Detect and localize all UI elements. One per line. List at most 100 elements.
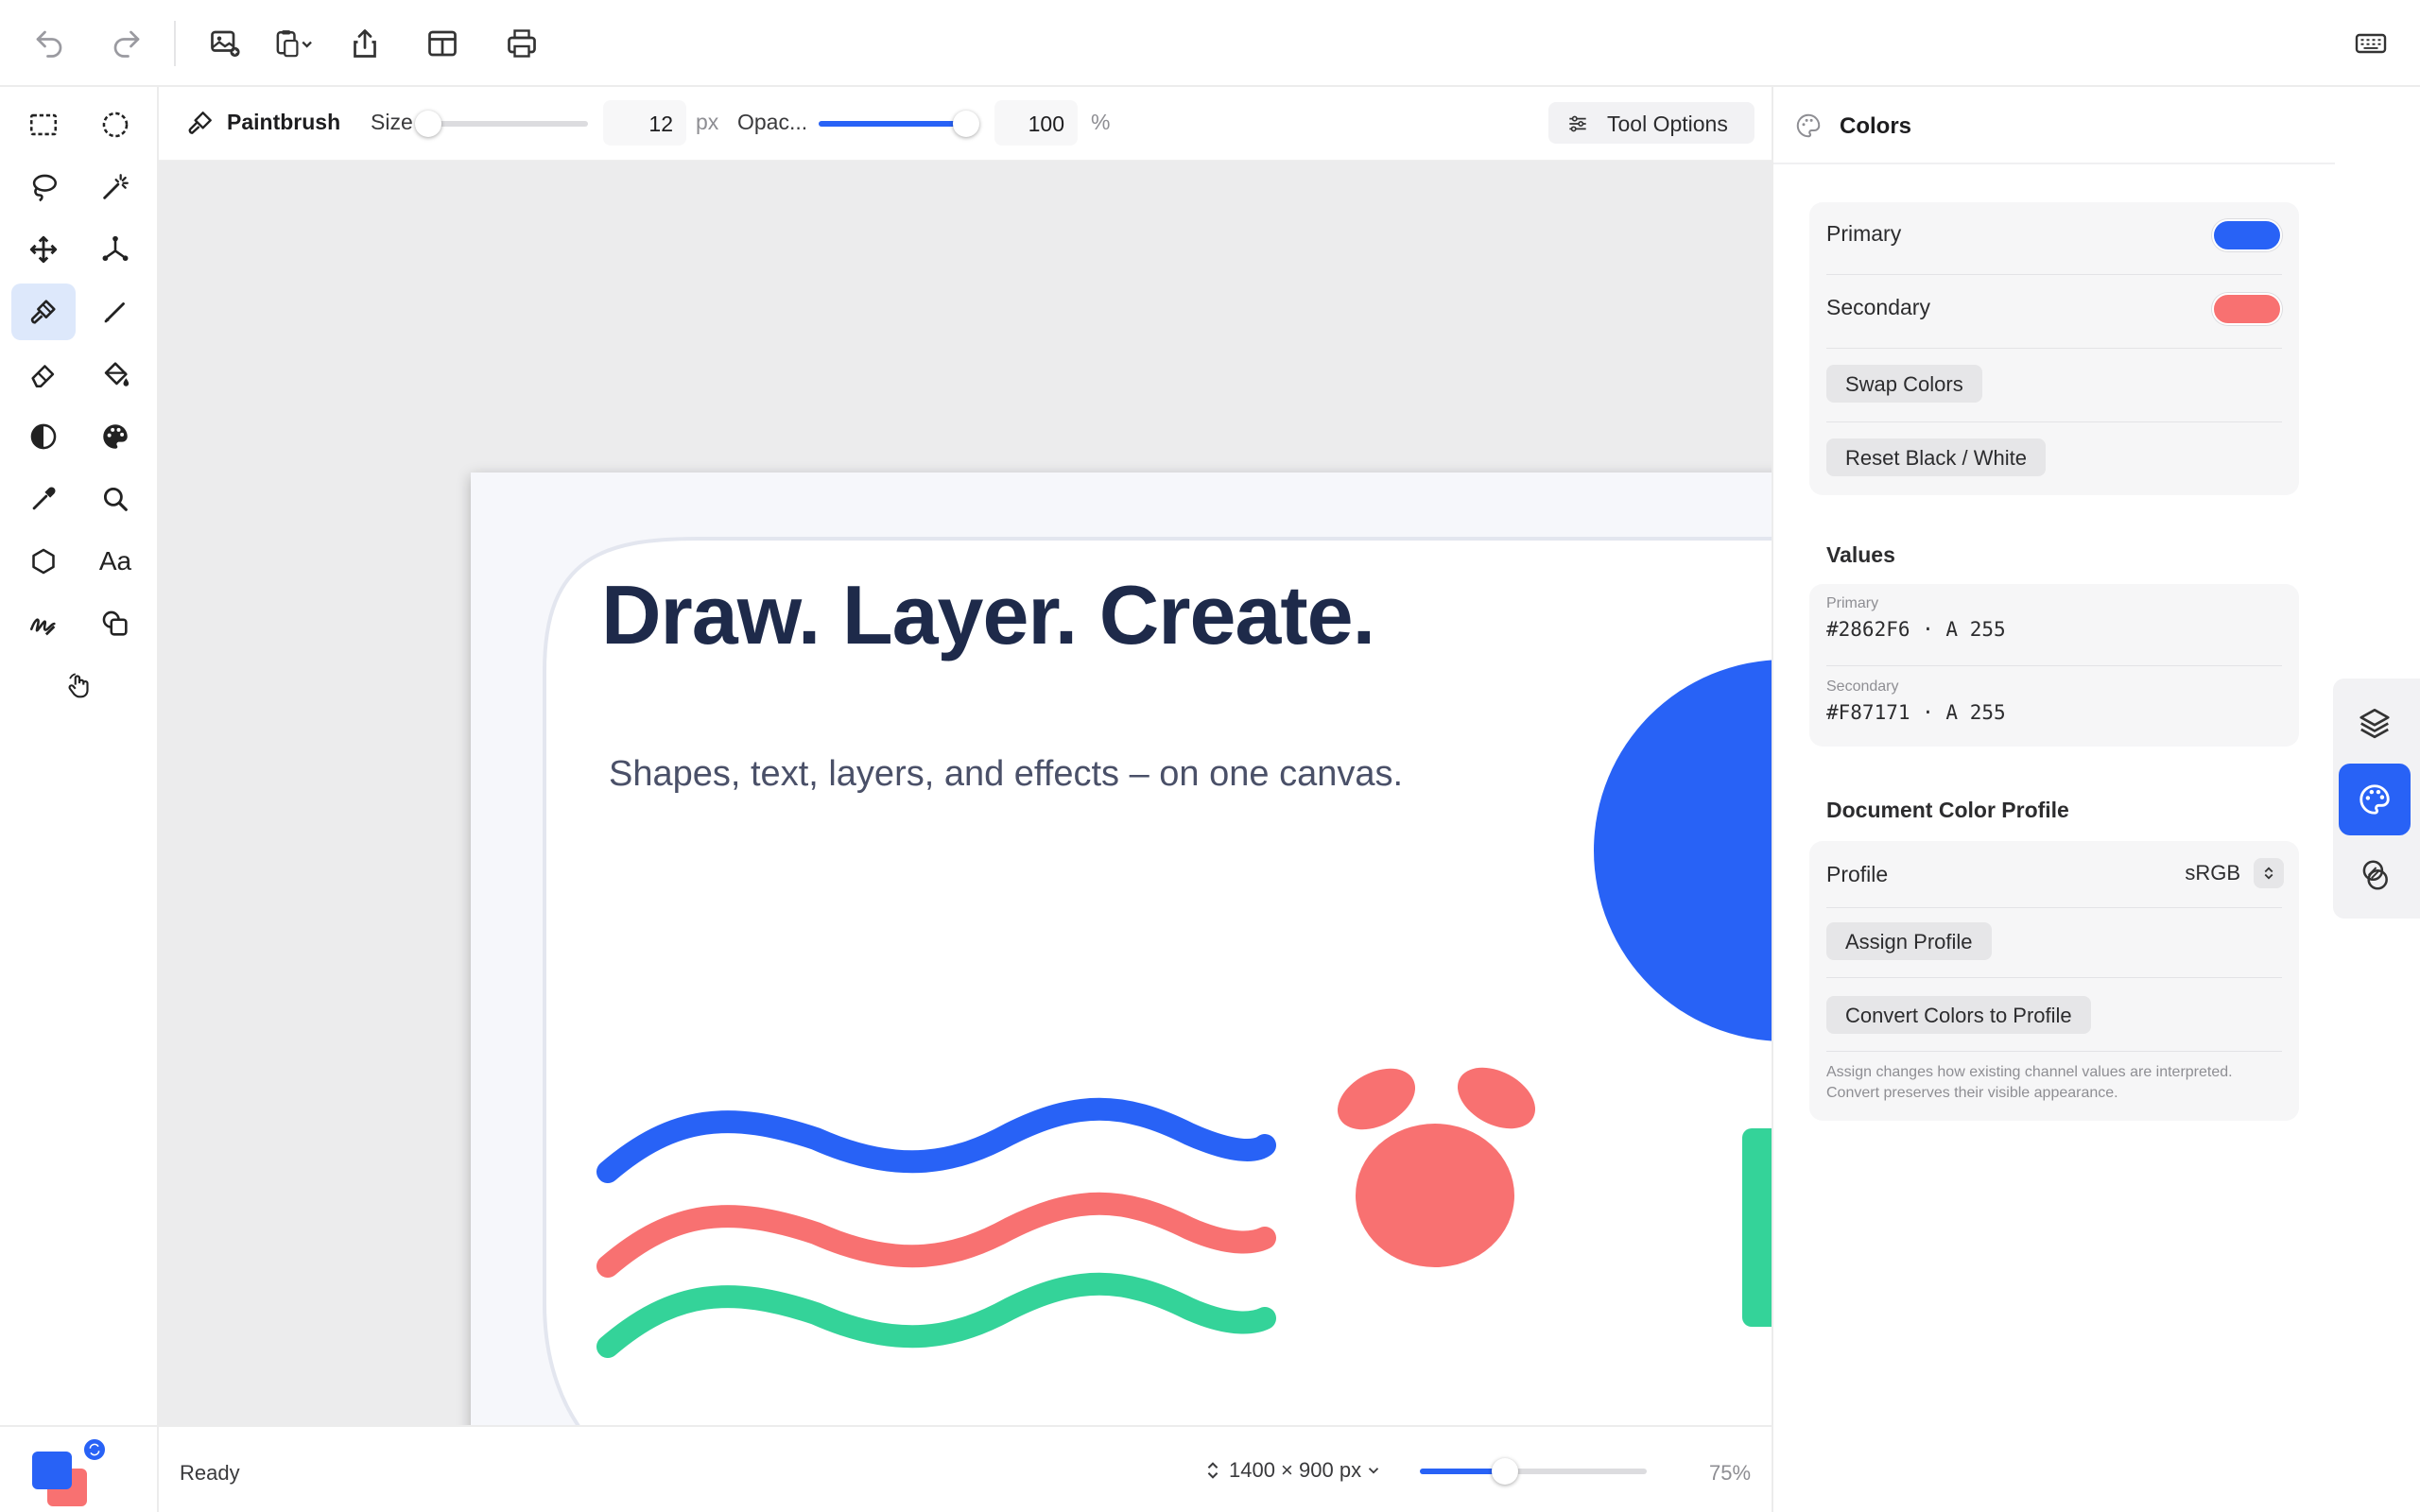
eraser-tool[interactable] — [11, 346, 76, 403]
secondary-value[interactable]: #F87171 · A 255 — [1826, 701, 2006, 724]
row-divider — [1826, 1051, 2282, 1052]
swap-swatches-button[interactable] — [81, 1436, 108, 1463]
eyedropper-tool[interactable] — [11, 471, 76, 527]
paintbrush-tool[interactable] — [11, 284, 76, 340]
palette-icon — [1796, 113, 1821, 138]
opacity-slider-knob[interactable] — [953, 111, 979, 137]
insert-image-button[interactable] — [199, 17, 251, 70]
secondary-color-well[interactable] — [2212, 293, 2282, 325]
primary-swatch[interactable] — [32, 1452, 72, 1489]
secondary-label: Secondary — [1826, 295, 1930, 319]
share-button[interactable] — [338, 17, 391, 70]
values-card: Primary #2862F6 · A 255 Secondary #F8717… — [1809, 584, 2299, 747]
effects-tab[interactable] — [2339, 839, 2411, 911]
paste-menu-button[interactable] — [265, 17, 321, 70]
paintbrush-icon — [188, 112, 212, 134]
opacity-slider[interactable] — [819, 111, 979, 137]
canvas-subheadline: Shapes, text, layers, and effects – on o… — [609, 754, 1404, 794]
insert-image-icon — [211, 30, 240, 58]
zoom-level-label: 75% — [1709, 1461, 1752, 1485]
transform-tool[interactable] — [83, 221, 147, 278]
eyedropper-icon — [32, 487, 56, 510]
shape-tool[interactable] — [11, 533, 76, 590]
ellipse-select-tool[interactable] — [83, 96, 147, 153]
opacity-slider-fill — [819, 121, 966, 127]
primary-label: Primary — [1826, 221, 1902, 246]
primary-color-well[interactable] — [2212, 219, 2282, 251]
canvas-dimensions: 1400 × 900 px — [1229, 1458, 1362, 1482]
text-tool[interactable]: Aa — [83, 533, 147, 590]
magic-wand-tool[interactable] — [83, 159, 147, 215]
swap-colors-button[interactable]: Swap Colors — [1826, 365, 1982, 403]
tool-rail: Aa — [0, 87, 159, 1425]
redo-button[interactable] — [100, 17, 153, 70]
redo-icon — [113, 30, 140, 58]
profile-select[interactable]: sRGB — [2159, 854, 2284, 892]
primary-value[interactable]: #2862F6 · A 255 — [1826, 618, 2006, 641]
values-heading: Values — [1826, 542, 1895, 567]
tool-options-label: Tool Options — [1607, 112, 1728, 136]
tool-options-bar: Paintbrush Size 12 px Opac... 100 % Tool… — [159, 87, 1772, 161]
print-button[interactable] — [495, 17, 548, 70]
size-slider[interactable] — [415, 111, 588, 137]
colors-card: Primary Secondary Swap Colors Reset Blac… — [1809, 202, 2299, 495]
move-icon — [29, 235, 58, 264]
color-swatch-area — [0, 1425, 159, 1512]
opacity-label: Opac... — [737, 110, 808, 134]
size-input[interactable]: 12 — [603, 100, 686, 146]
contrast-icon — [30, 423, 57, 450]
sliders-icon — [1569, 115, 1586, 132]
row-divider — [1826, 977, 2282, 978]
assign-profile-button[interactable]: Assign Profile — [1826, 922, 1992, 960]
panel-title: Colors — [1840, 113, 1912, 139]
paint-bucket-icon — [104, 362, 130, 387]
contrast-tool[interactable] — [11, 408, 76, 465]
undo-button[interactable] — [23, 17, 76, 70]
convert-colors-button[interactable]: Convert Colors to Profile — [1826, 996, 2091, 1034]
palette-tool[interactable] — [83, 408, 147, 465]
layout-icon — [428, 30, 457, 57]
zoom-slider[interactable] — [1420, 1458, 1647, 1485]
pencil-icon — [104, 302, 125, 323]
paste-menu-icon — [276, 30, 312, 58]
layers-tab[interactable] — [2339, 686, 2411, 758]
lasso-tool[interactable] — [11, 159, 76, 215]
paint-bucket-tool[interactable] — [83, 346, 147, 403]
opacity-unit: % — [1091, 110, 1111, 134]
keyboard-button[interactable] — [2344, 17, 2397, 70]
transform-icon — [102, 235, 129, 262]
hand-icon — [68, 673, 89, 698]
row-divider — [1826, 907, 2282, 908]
layers-icon — [2360, 708, 2390, 739]
colors-tab[interactable] — [2339, 764, 2411, 835]
zoom-tool[interactable] — [83, 471, 147, 527]
canvas-area[interactable]: Draw. Layer. Create. Shapes, text, layer… — [159, 161, 1772, 1425]
signature-icon — [29, 618, 56, 636]
profile-value: sRGB — [2185, 861, 2240, 885]
opacity-input[interactable]: 100 — [994, 100, 1078, 146]
duplicate-tool[interactable] — [83, 595, 147, 652]
canvas-size-selector[interactable]: 1400 × 900 px — [1202, 1452, 1382, 1489]
palette-icon — [103, 424, 128, 449]
shape-icon — [32, 548, 55, 575]
reset-black-white-button[interactable]: Reset Black / White — [1826, 438, 2046, 476]
rect-select-tool[interactable] — [11, 96, 76, 153]
tool-options-button[interactable]: Tool Options — [1548, 102, 1754, 144]
pencil-tool[interactable] — [83, 284, 147, 340]
share-icon — [354, 29, 376, 58]
hand-tool[interactable] — [47, 658, 112, 714]
status-text: Ready — [180, 1461, 240, 1485]
move-tool[interactable] — [11, 221, 76, 278]
green-rectangle — [1742, 1128, 1772, 1327]
undo-icon — [36, 30, 62, 58]
bear-face — [1356, 1124, 1514, 1267]
top-toolbar — [0, 0, 2420, 87]
size-slider-knob[interactable] — [415, 111, 442, 137]
row-divider — [1826, 274, 2282, 275]
row-divider — [1826, 665, 2282, 666]
zoom-slider-knob[interactable] — [1492, 1458, 1518, 1485]
signature-tool[interactable] — [11, 595, 76, 652]
canvas-headline: Draw. Layer. Create. — [601, 568, 1375, 662]
layout-button[interactable] — [416, 17, 469, 70]
artboard[interactable]: Draw. Layer. Create. Shapes, text, layer… — [471, 472, 1772, 1425]
